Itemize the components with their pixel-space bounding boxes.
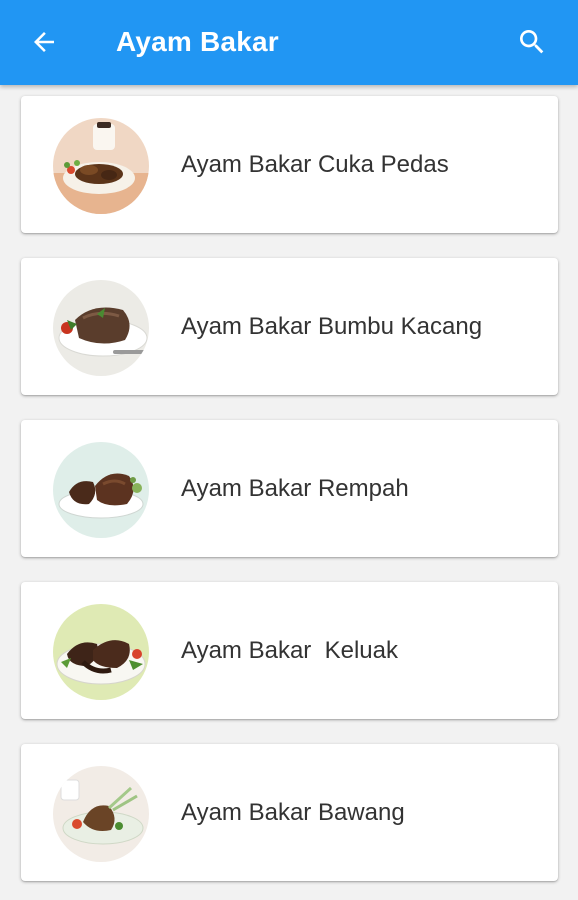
search-button[interactable]	[508, 20, 556, 64]
page-title: Ayam Bakar	[116, 26, 279, 57]
recipe-thumbnail	[53, 118, 149, 214]
recipe-card[interactable]: Ayam Bakar Rempah	[21, 420, 558, 557]
recipe-label: Ayam Bakar Cuka Pedas	[181, 150, 449, 178]
recipe-thumbnail	[53, 766, 149, 862]
recipe-label: Ayam Bakar Bumbu Kacang	[181, 312, 483, 340]
recipe-label: Ayam Bakar Bawang	[181, 798, 405, 826]
recipe-label: Ayam Bakar Keluak	[181, 636, 398, 664]
search-icon	[520, 30, 544, 54]
app-bar: Ayam Bakar	[0, 0, 578, 85]
recipe-card[interactable]: Ayam Bakar Bawang	[21, 744, 558, 881]
recipe-thumbnail	[53, 280, 149, 376]
recipe-label: Ayam Bakar Rempah	[181, 474, 409, 502]
recipe-card[interactable]: Ayam Bakar Cuka Pedas	[21, 96, 558, 233]
recipe-list: Ayam Bakar Cuka Pedas Ayam Bakar Bumbu K…	[0, 85, 578, 900]
recipe-thumbnail	[53, 442, 149, 538]
recipe-card[interactable]: Ayam Bakar Bumbu Kacang	[21, 258, 558, 395]
recipe-card[interactable]: Ayam Bakar Keluak	[21, 582, 558, 719]
arrow-left-icon	[34, 32, 54, 52]
recipe-thumbnail	[53, 604, 149, 700]
back-button[interactable]	[20, 20, 68, 64]
